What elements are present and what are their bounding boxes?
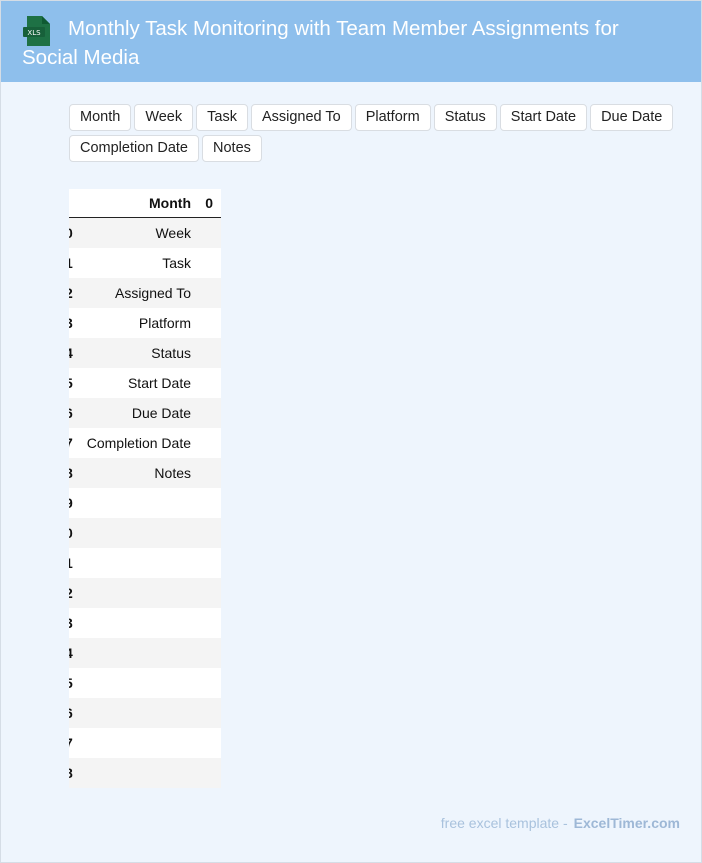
table-row: 3 [69,608,221,638]
table-row: 0 Week [69,218,221,248]
column-chip-task[interactable]: Task [196,104,248,131]
row-value: Completion Date [86,435,191,451]
row-index: 1 [69,555,73,571]
column-chip-due-date[interactable]: Due Date [590,104,674,131]
row-value: Assigned To [114,285,191,301]
row-value: Due Date [131,405,191,421]
column-chip-assigned-to[interactable]: Assigned To [250,104,352,131]
row-index: 0 [69,525,73,541]
table-row: 6 Due Date [69,398,221,428]
row-index: 8 [69,465,73,481]
table-row: 7 [69,728,221,758]
column-chip-month[interactable]: Month [69,104,132,131]
table-header-month: Month [149,195,191,211]
row-index: 3 [69,615,73,631]
table-row: 4 [69,638,221,668]
row-value: Notes [154,465,191,481]
row-index: 8 [69,765,73,781]
row-value: Task [162,255,191,271]
table-row: 2 Assigned To [69,278,221,308]
table-row: 2 [69,578,221,608]
table-header-zero: 0 [205,195,213,211]
table-row: 1 Task [69,248,221,278]
table-row: 7 Completion Date [69,428,221,458]
column-chip-list: Month Week Task Assigned To Platform Status St… [69,104,689,162]
row-value: Platform [138,315,191,331]
row-index: 9 [69,495,73,511]
table-body: 0 Week 1 Task 2 Assigned To 3 Platform 4 Status 5 S… [69,218,221,788]
row-index: 7 [69,735,73,751]
row-value: Start Date [127,375,191,391]
page-title: Monthly Task Monitoring with Team Member… [22,17,619,69]
column-chip-status[interactable]: Status [433,104,497,131]
row-index: 1 [69,255,73,271]
row-index: 2 [69,585,73,601]
data-table: Month 0 0 Week 1 Task 2 Assigned To 3 Platform 4… [69,189,221,789]
table-row: 3 Platform [69,308,221,338]
row-index: 6 [69,405,73,421]
column-chip-notes[interactable]: Notes [202,135,262,162]
table-header: Month 0 [69,189,221,218]
row-index: 5 [69,675,73,691]
header-bar: XLS Monthly Task Monitoring with Team Me… [1,1,701,82]
table-row: 9 [69,488,221,518]
column-chip-start-date[interactable]: Start Date [499,104,588,131]
row-index: 7 [69,435,73,451]
column-chip-platform[interactable]: Platform [354,104,431,131]
table-row: 8 Notes [69,458,221,488]
table-row: 1 [69,548,221,578]
row-value: Week [155,225,191,241]
row-index: 4 [69,645,73,661]
row-index: 4 [69,345,73,361]
table-row: 5 [69,668,221,698]
row-index: 0 [69,225,73,241]
row-index: 5 [69,375,73,391]
table-row: 5 Start Date [69,368,221,398]
column-chip-completion-date[interactable]: Completion Date [69,135,199,162]
column-chip-week[interactable]: Week [134,104,194,131]
footer-text: free excel template - [440,815,568,831]
footer-credit: free excel template - ExcelTimer.com [441,815,680,831]
table-row: 8 [69,758,221,788]
row-index: 3 [69,315,73,331]
row-index: 6 [69,705,73,721]
row-index: 2 [69,285,73,301]
row-value: Status [151,345,191,361]
table-row: 6 [69,698,221,728]
table-row: 0 [69,518,221,548]
table-row: 4 Status [69,338,221,368]
footer-brand-link[interactable]: ExcelTimer.com [574,815,680,831]
page-frame: XLS Monthly Task Monitoring with Team Me… [0,0,702,863]
